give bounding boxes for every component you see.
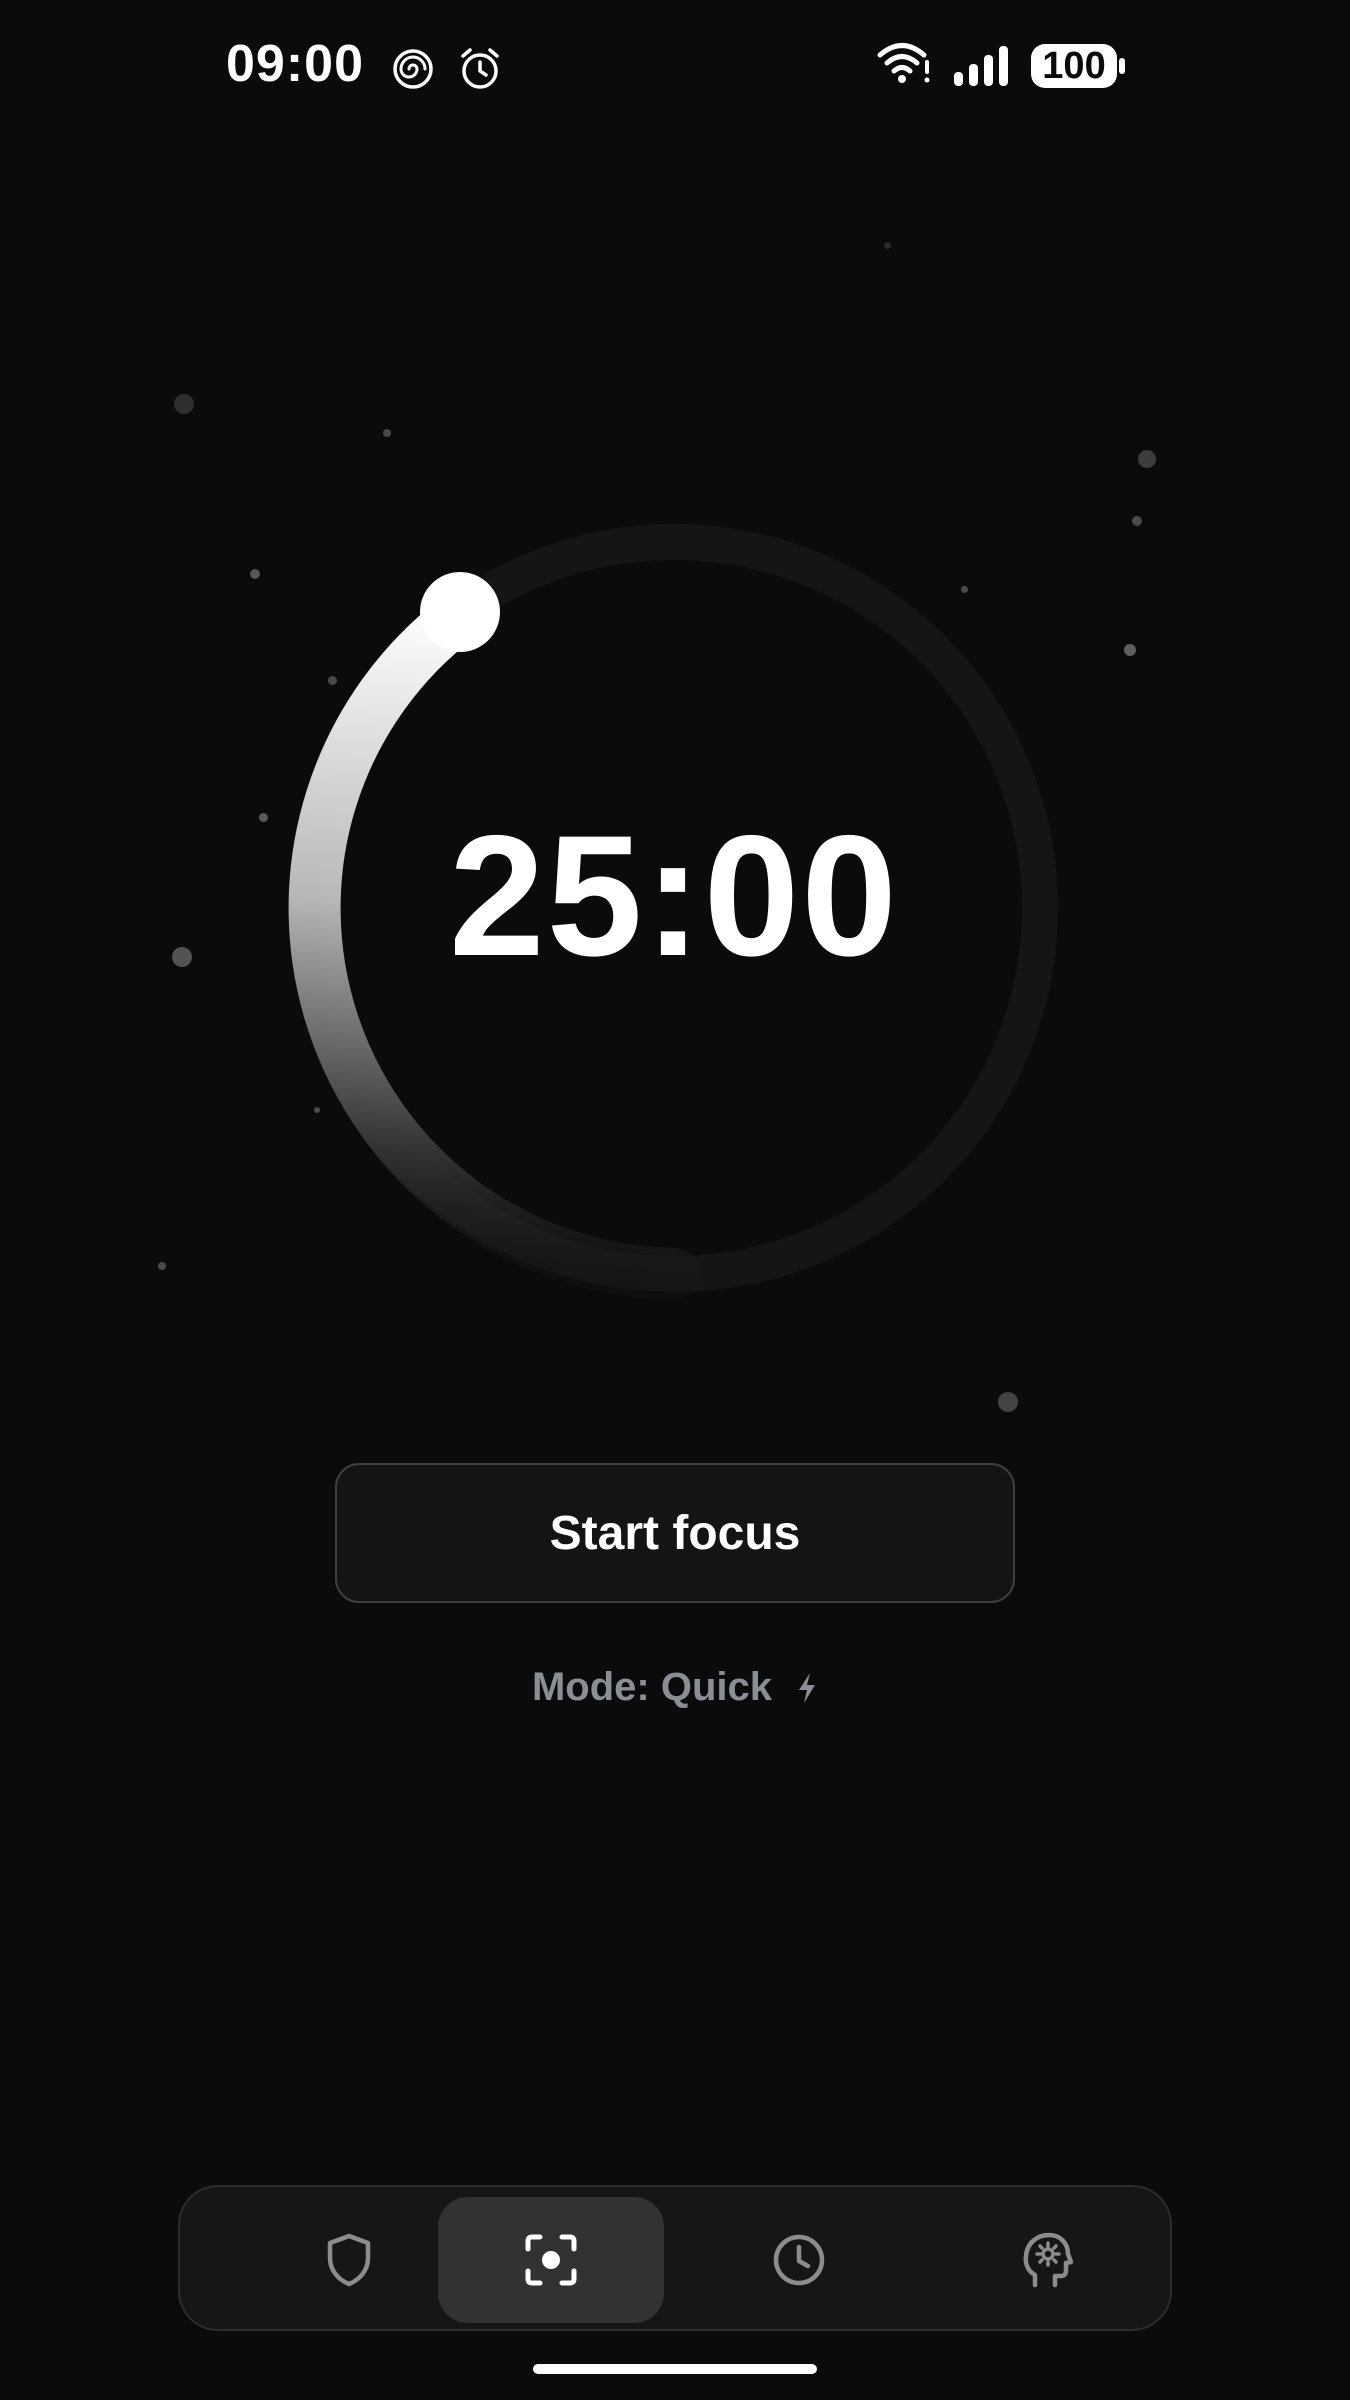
star-dot bbox=[259, 813, 268, 822]
star-dot bbox=[884, 242, 891, 249]
focus-screen: 09:00 100 25:00 Start focus Mode: Quick bbox=[0, 0, 1350, 2400]
start-focus-button[interactable]: Start focus bbox=[335, 1463, 1015, 1603]
timer-progress-knob[interactable] bbox=[420, 572, 500, 652]
clock-icon bbox=[773, 2234, 825, 2286]
star-dot bbox=[1138, 450, 1156, 468]
mode-label: Mode: Quick bbox=[531, 1665, 773, 1709]
star-dot bbox=[998, 1392, 1018, 1412]
focus-spiral-icon bbox=[393, 49, 433, 89]
status-time: 09:00 bbox=[226, 35, 364, 93]
star-dot bbox=[250, 569, 260, 579]
mode-indicator[interactable]: Mode: Quick bbox=[0, 1665, 1350, 1710]
battery-icon: 100 bbox=[1030, 42, 1126, 90]
alarm-icon bbox=[461, 48, 499, 89]
star-dot bbox=[172, 947, 192, 967]
nav-item-shield[interactable] bbox=[236, 2197, 462, 2323]
star-dot bbox=[1124, 644, 1136, 656]
focus-target-icon bbox=[525, 2234, 577, 2286]
shield-icon bbox=[327, 2233, 371, 2287]
home-indicator[interactable] bbox=[533, 2364, 817, 2374]
star-dot bbox=[174, 394, 194, 414]
mind-gear-icon bbox=[1023, 2232, 1073, 2288]
bottom-nav bbox=[178, 2185, 1172, 2331]
star-dot bbox=[1132, 516, 1142, 526]
timer-display: 25:00 bbox=[449, 800, 899, 992]
nav-item-history[interactable] bbox=[686, 2197, 912, 2323]
lightning-bolt-icon bbox=[799, 1672, 816, 1703]
wifi-icon bbox=[877, 43, 930, 83]
star-dot bbox=[158, 1262, 166, 1270]
star-dot bbox=[383, 429, 391, 437]
nav-item-focus[interactable] bbox=[438, 2197, 664, 2323]
cellular-signal-icon bbox=[954, 46, 1008, 86]
battery-level: 100 bbox=[1042, 45, 1106, 87]
nav-item-mind[interactable] bbox=[934, 2197, 1160, 2323]
